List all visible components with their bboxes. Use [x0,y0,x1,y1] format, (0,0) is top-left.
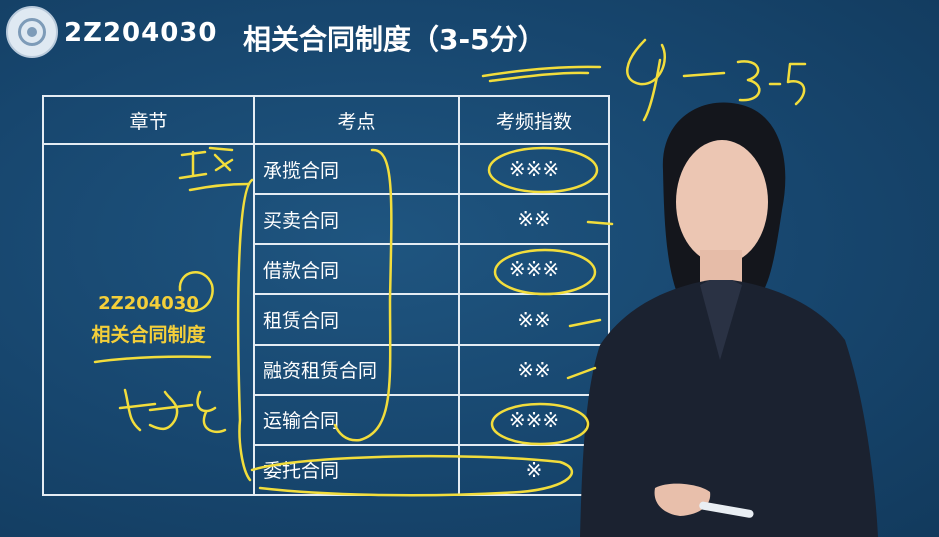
presenter-figure [580,102,878,537]
topic-cell: 买卖合同 [253,193,460,246]
topic-cell: 运输合同 [253,393,460,446]
chapter-cell: 2Z204030 相关合同制度 [42,143,255,496]
topic-cell: 承揽合同 [253,143,460,196]
chapter-code: 2Z204030 [98,292,199,314]
logo-core [27,27,37,37]
note-dash [682,71,726,78]
topic-frequency-table: 章节 考点 考频指数 2Z204030 相关合同制度 承揽合同 ※※※ 买卖合同… [42,94,610,497]
presenter-face [676,140,768,264]
topic-cell: 委托合同 [253,443,460,497]
slide-title: 相关合同制度（3-5分） [243,23,546,56]
topic-cell: 借款合同 [253,243,460,296]
course-code: 2Z204030 [64,18,218,48]
topic-cell: 租赁合同 [253,293,460,346]
title-underline-2 [488,71,590,83]
title-underline [481,65,602,78]
note-five [786,62,807,106]
column-header-topic: 考点 [253,94,460,146]
topic-cell: 融资租赁合同 [253,343,460,396]
column-header-chapter: 章节 [42,94,255,146]
table-row: 2Z204030 相关合同制度 承揽合同 ※※※ [42,143,610,496]
logo-icon [6,6,58,58]
table-header-row: 章节 考点 考频指数 [42,94,610,146]
note-three [736,60,761,102]
chapter-name: 相关合同制度 [91,323,206,346]
